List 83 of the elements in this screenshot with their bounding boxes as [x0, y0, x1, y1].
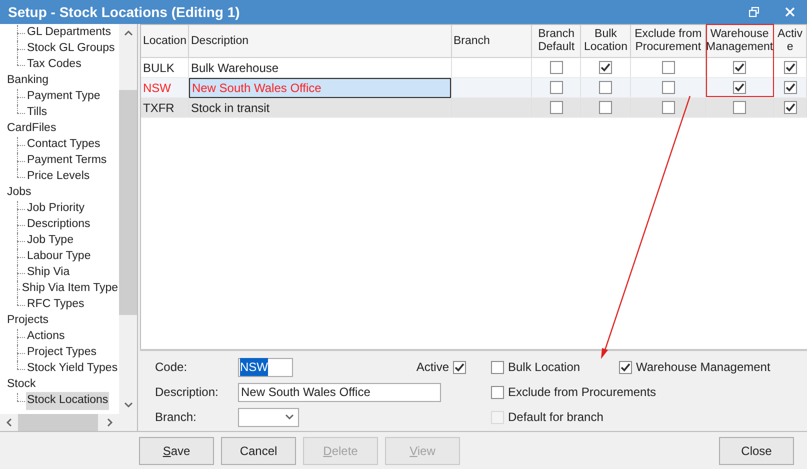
- tree-item[interactable]: Payment Terms: [26, 152, 108, 170]
- chevron-down-icon: [285, 414, 294, 420]
- checkbox[interactable]: [784, 101, 796, 114]
- checkbox[interactable]: [733, 61, 746, 74]
- tree-item[interactable]: Job Priority: [26, 200, 86, 218]
- checkbox[interactable]: [619, 360, 632, 374]
- tree-item[interactable]: Price Levels: [26, 168, 91, 186]
- checkbox-label: Bulk Location: [508, 359, 580, 376]
- table-row[interactable]: BULK Bulk Warehouse: [141, 58, 807, 78]
- table-row[interactable]: NSW New South Wales Office: [141, 78, 807, 98]
- checkbox[interactable]: [550, 81, 563, 94]
- checkbox[interactable]: [599, 81, 612, 94]
- field-label: Code:: [155, 359, 188, 376]
- checkbox[interactable]: [662, 101, 675, 114]
- tree-item[interactable]: Stock Locations: [26, 392, 110, 410]
- table-cell-text: Bulk Warehouse: [190, 60, 280, 76]
- tree-item[interactable]: Labour Type: [26, 248, 92, 266]
- description-field[interactable]: New South Wales Office: [238, 382, 441, 402]
- tree-item[interactable]: Tills: [26, 104, 48, 122]
- checkbox-label: Exclude from Procurements: [508, 384, 656, 401]
- table-cell-text: NSW: [143, 80, 171, 96]
- checkbox[interactable]: [550, 101, 563, 114]
- column-header[interactable]: Exclude from Procurement: [631, 28, 706, 54]
- action-button[interactable]: Close: [719, 436, 794, 464]
- checkbox[interactable]: [784, 61, 796, 74]
- tree-group[interactable]: Stock: [7, 376, 36, 394]
- scrollbar-thumb[interactable]: [18, 414, 98, 431]
- tree-item[interactable]: Job Type: [26, 232, 74, 250]
- column-header[interactable]: Warehouse Management: [706, 28, 774, 54]
- checkbox-label: Default for branch: [508, 409, 604, 426]
- tree-item[interactable]: Ship Via Item Type: [20, 280, 119, 298]
- checkbox[interactable]: [662, 61, 675, 74]
- table-cell-text: Stock in transit: [190, 100, 271, 116]
- column-header[interactable]: Description: [191, 34, 249, 48]
- column-header[interactable]: Branch Default: [532, 28, 580, 54]
- checkbox[interactable]: [733, 101, 746, 114]
- tree-item[interactable]: Stock Yield Types: [26, 360, 119, 378]
- tree-item[interactable]: Ship Via: [26, 264, 71, 282]
- window-title: Setup - Stock Locations (Editing 1): [8, 2, 240, 22]
- scrollbar-thumb[interactable]: [119, 90, 137, 315]
- checkbox-label: Warehouse Management: [636, 359, 770, 376]
- scroll-down-icon[interactable]: [124, 402, 132, 408]
- checkbox[interactable]: [599, 61, 612, 74]
- tree-group[interactable]: Banking: [7, 72, 49, 90]
- scroll-right-icon[interactable]: [107, 418, 113, 427]
- tree-item[interactable]: Actions: [26, 328, 66, 346]
- active-checkbox[interactable]: [453, 360, 466, 374]
- column-header[interactable]: Active: [776, 28, 805, 54]
- field-label: Active: [416, 359, 449, 376]
- tree-group[interactable]: CardFiles: [7, 120, 56, 138]
- table-row[interactable]: TXFR Stock in transit: [141, 98, 807, 118]
- tree-item[interactable]: Tax Codes: [26, 56, 82, 74]
- action-button[interactable]: Cancel: [221, 436, 296, 464]
- checkbox[interactable]: [733, 81, 746, 94]
- tree-item[interactable]: Contact Types: [26, 136, 102, 154]
- checkbox[interactable]: [662, 81, 675, 94]
- restore-icon[interactable]: [749, 7, 759, 17]
- tree-item[interactable]: Project Types: [26, 344, 98, 362]
- tree-item[interactable]: Payment Type: [26, 88, 102, 106]
- field-label: Description:: [155, 384, 220, 401]
- checkbox[interactable]: [491, 360, 504, 374]
- scroll-up-icon[interactable]: [124, 30, 132, 36]
- scroll-left-icon[interactable]: [6, 418, 12, 427]
- table-cell-text: BULK: [143, 60, 174, 76]
- close-icon[interactable]: [785, 7, 795, 17]
- checkbox[interactable]: [550, 61, 563, 74]
- table-cell-text: TXFR: [143, 100, 174, 116]
- field-label: Branch:: [155, 409, 198, 426]
- checkbox[interactable]: [784, 81, 796, 94]
- tree-item[interactable]: Descriptions: [26, 216, 92, 234]
- tree-group[interactable]: Projects: [7, 312, 49, 330]
- branch-dropdown[interactable]: [238, 408, 299, 426]
- tree-group[interactable]: Jobs: [7, 184, 32, 202]
- code-field[interactable]: NSW: [238, 358, 293, 376]
- column-header[interactable]: Location: [143, 34, 186, 48]
- tree-item[interactable]: Stock GL Groups: [26, 40, 116, 58]
- column-header[interactable]: Bulk Location: [581, 28, 630, 54]
- column-header[interactable]: Branch: [454, 34, 490, 48]
- checkbox[interactable]: [599, 101, 612, 114]
- checkbox[interactable]: [491, 386, 504, 398]
- tree-item[interactable]: GL Departments: [26, 24, 112, 42]
- tree-item[interactable]: RFC Types: [26, 296, 86, 314]
- action-button[interactable]: Save: [139, 436, 214, 464]
